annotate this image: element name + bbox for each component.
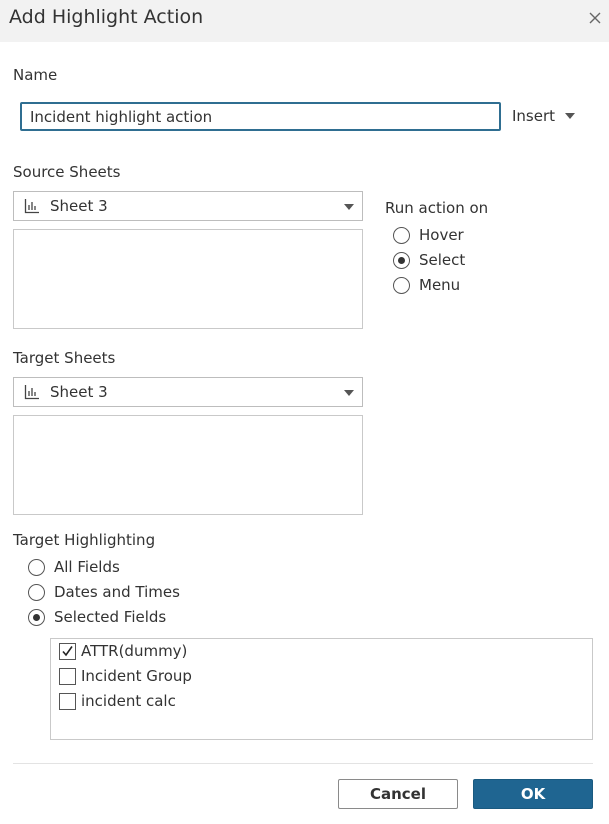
target-sheet-value: Sheet 3 (50, 383, 108, 401)
radio-button[interactable] (28, 608, 45, 626)
insert-label: Insert (512, 107, 556, 125)
run-action-menu-radio[interactable]: Menu (393, 276, 460, 294)
highlight-all-fields-radio[interactable]: All Fields (28, 558, 120, 576)
run-action-menu-label: Menu (419, 276, 461, 294)
highlight-selected-fields-label: Selected Fields (54, 608, 167, 626)
radio-button[interactable] (393, 251, 410, 269)
run-action-select-label: Select (419, 251, 466, 269)
footer-divider (13, 763, 593, 764)
source-sheet-select[interactable]: Sheet 3 (13, 191, 363, 221)
chevron-down-icon (565, 113, 576, 119)
radio-button[interactable] (28, 558, 45, 576)
target-sheets-list[interactable] (13, 415, 363, 515)
source-sheets-list[interactable] (13, 229, 363, 329)
run-action-hover-label: Hover (419, 226, 464, 244)
chevron-down-icon (344, 204, 354, 210)
target-highlighting-label: Target Highlighting (13, 531, 156, 549)
target-sheet-select[interactable]: Sheet 3 (13, 377, 363, 407)
highlight-all-fields-label: All Fields (54, 558, 120, 576)
run-action-select-radio[interactable]: Select (393, 251, 465, 269)
run-action-label: Run action on (385, 199, 489, 217)
checkmark-icon (62, 645, 73, 656)
field-label: Incident Group (81, 667, 192, 685)
bar-chart-icon (24, 384, 40, 400)
insert-dropdown[interactable]: Insert (512, 104, 576, 128)
run-action-hover-radio[interactable]: Hover (393, 226, 464, 244)
radio-button[interactable] (393, 276, 410, 294)
radio-button[interactable] (393, 226, 410, 244)
ok-button[interactable]: OK (473, 779, 593, 809)
checkbox[interactable] (59, 667, 76, 685)
cancel-button[interactable]: Cancel (338, 779, 458, 809)
source-sheets-label: Source Sheets (13, 163, 121, 181)
source-sheet-value: Sheet 3 (50, 197, 108, 215)
highlight-dates-times-label: Dates and Times (54, 583, 180, 601)
name-label: Name (13, 66, 58, 84)
field-checkbox-incident-calc[interactable]: incident calc (59, 692, 176, 710)
highlight-selected-fields-radio[interactable]: Selected Fields (28, 608, 166, 626)
selected-fields-list: ATTR(dummy) Incident Group incident calc (50, 638, 593, 740)
close-icon[interactable] (584, 7, 606, 29)
dialog-title: Add Highlight Action (9, 6, 204, 28)
checkbox[interactable] (59, 692, 76, 710)
chevron-down-icon (344, 390, 354, 396)
radio-button[interactable] (28, 583, 45, 601)
highlight-dates-times-radio[interactable]: Dates and Times (28, 583, 180, 601)
field-checkbox-attr-dummy[interactable]: ATTR(dummy) (59, 642, 187, 660)
checkbox[interactable] (59, 642, 76, 660)
bar-chart-icon (24, 198, 40, 214)
field-label: incident calc (81, 692, 176, 710)
target-sheets-label: Target Sheets (13, 349, 116, 367)
field-label: ATTR(dummy) (81, 642, 188, 660)
dialog-titlebar: Add Highlight Action (0, 0, 609, 42)
field-checkbox-incident-group[interactable]: Incident Group (59, 667, 192, 685)
action-name-input[interactable] (20, 102, 501, 131)
